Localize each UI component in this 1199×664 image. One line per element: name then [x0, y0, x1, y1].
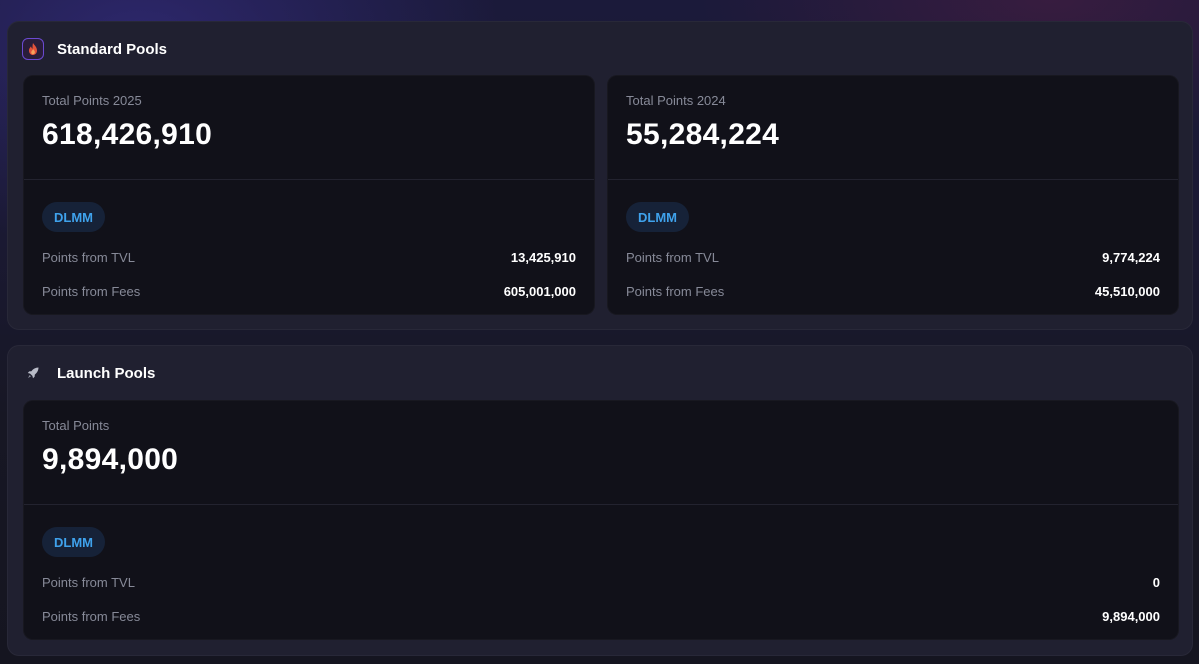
- row-label: Points from TVL: [42, 574, 135, 590]
- row-label: Points from Fees: [42, 283, 141, 299]
- points-from-tvl-row: Points from TVL 13,425,910: [42, 247, 576, 267]
- row-label: Points from Fees: [626, 283, 725, 299]
- row-label: Points from Fees: [42, 608, 141, 624]
- row-value: 605,001,000: [503, 283, 576, 299]
- total-points-label: Total Points 2024: [626, 93, 726, 108]
- section-title: Standard Pools: [57, 40, 168, 58]
- launch-points-card: Total Points 9,894,000 DLMM Points from …: [23, 400, 1179, 640]
- points-card-2025: Total Points 2025 618,426,910 DLMM Point…: [23, 75, 595, 315]
- launch-pools-section: Launch Pools Total Points 9,894,000 DLMM…: [7, 345, 1193, 656]
- dlmm-badge: DLMM: [42, 527, 105, 557]
- total-points-label: Total Points 2025: [42, 93, 142, 108]
- dlmm-badge: DLMM: [42, 202, 105, 232]
- row-value: 45,510,000: [1094, 283, 1160, 299]
- section-title: Launch Pools: [57, 364, 156, 382]
- total-points-value: 55,284,224: [626, 118, 780, 151]
- points-card-2024: Total Points 2024 55,284,224 DLMM Points…: [607, 75, 1179, 315]
- row-value: 0: [1152, 574, 1160, 590]
- points-from-tvl-row: Points from TVL 0: [42, 572, 1160, 592]
- total-points-label: Total Points: [42, 418, 110, 433]
- total-points-value: 618,426,910: [42, 118, 213, 151]
- card-header: Total Points 2024 55,284,224: [608, 76, 1178, 180]
- standard-pools-header: Standard Pools: [22, 36, 167, 62]
- row-value: 9,774,224: [1102, 249, 1160, 265]
- points-from-tvl-row: Points from TVL 9,774,224: [626, 247, 1160, 267]
- total-points-value: 9,894,000: [42, 443, 179, 476]
- points-from-fees-row: Points from Fees 45,510,000: [626, 281, 1160, 301]
- flame-icon: [22, 38, 44, 60]
- row-label: Points from TVL: [42, 249, 135, 265]
- dlmm-badge: DLMM: [626, 202, 689, 232]
- card-header: Total Points 2025 618,426,910: [24, 76, 594, 180]
- row-label: Points from TVL: [626, 249, 719, 265]
- row-value: 9,894,000: [1102, 608, 1160, 624]
- row-value: 13,425,910: [510, 249, 576, 265]
- standard-pools-section: Standard Pools Total Points 2025 618,426…: [7, 21, 1193, 330]
- launch-pools-header: Launch Pools: [22, 360, 155, 386]
- points-from-fees-row: Points from Fees 9,894,000: [42, 606, 1160, 626]
- points-from-fees-row: Points from Fees 605,001,000: [42, 281, 576, 301]
- card-header: Total Points 9,894,000: [24, 401, 1178, 505]
- rocket-icon: [22, 362, 44, 384]
